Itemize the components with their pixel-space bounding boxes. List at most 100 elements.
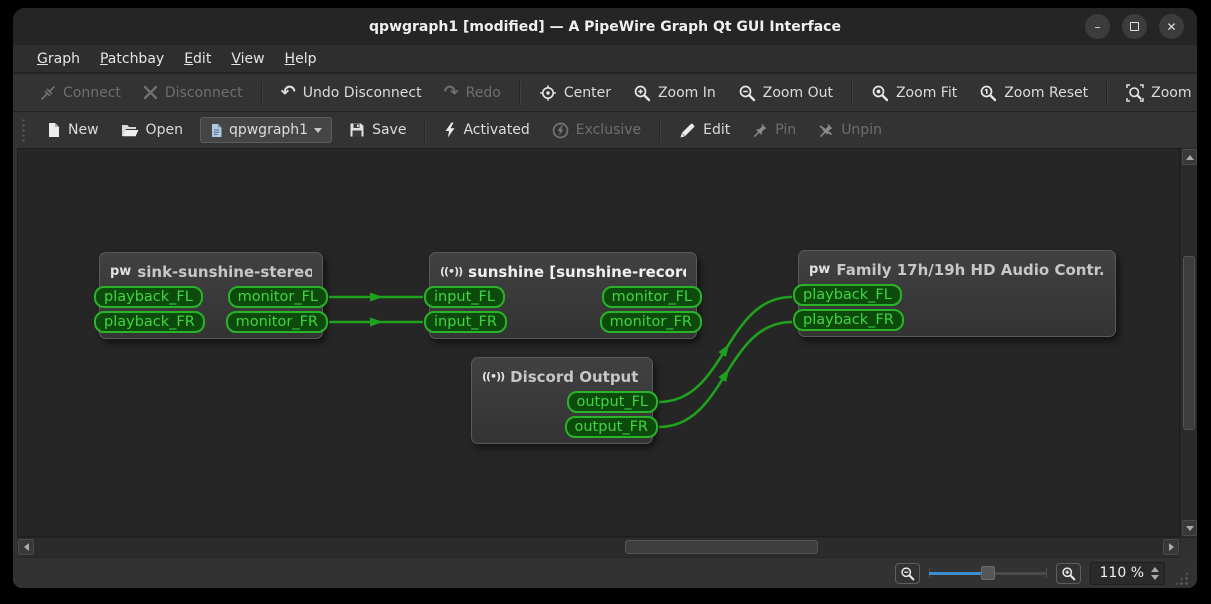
statusbar-zoom-in-button[interactable] [1055,562,1081,584]
session-select[interactable]: qpwgraph1 [199,117,333,143]
save-button[interactable]: Save [338,117,417,143]
window-title: qpwgraph1 [modified] — A PipeWire Graph … [369,18,841,35]
menu-edit[interactable]: Edit [174,48,221,70]
toolbar-separator [659,118,662,142]
port-output-fl[interactable]: output_FL [566,391,658,413]
disconnect-icon [143,85,158,100]
unpin-button[interactable]: Unpin [807,117,893,143]
center-button[interactable]: Center [528,79,622,107]
undo-icon: ↶ [280,81,296,103]
vertical-scrollbar[interactable] [1180,148,1197,537]
spin-up-button[interactable] [1151,566,1159,572]
port-monitor-fr[interactable]: monitor_FR [225,311,328,333]
port-monitor-fr[interactable]: monitor_FR [599,311,702,333]
vertical-scroll-thumb[interactable] [1183,256,1195,430]
zoom-fit-icon [871,84,889,102]
zoom-slider-handle[interactable] [980,566,995,580]
resize-grip[interactable] [1174,571,1189,586]
titlebar[interactable]: qpwgraph1 [modified] — A PipeWire Graph … [13,8,1197,45]
zoom-in-icon [633,84,651,102]
minimize-icon: – [1094,19,1101,34]
zoom-spinbox[interactable]: 110 % [1089,561,1165,585]
redo-button[interactable]: ↷ Redo [433,80,512,106]
patchbay-toolbar: New Open qpwgraph1 Save Activated Exclus… [13,111,1197,148]
menu-graph[interactable]: Graph [27,48,90,70]
pipewire-icon: pw [809,262,831,277]
zoom-range-icon [1126,83,1144,102]
horizontal-scrollbar[interactable] [17,537,1197,558]
pipewire-icon: pw [110,264,132,279]
pin-button[interactable]: Pin [741,117,807,143]
toolbar-separator [518,80,521,105]
app-window: qpwgraph1 [modified] — A PipeWire Graph … [13,8,1197,588]
chevron-down-icon [314,127,323,133]
node-header: pw Family 17h/19h HD Audio Contr... [799,251,1115,284]
port-playback-fl[interactable]: playback_FL [94,286,203,308]
minimize-button[interactable]: – [1085,14,1110,39]
undo-disconnect-button[interactable]: ↶ Undo Disconnect [270,80,433,106]
unpin-icon [818,122,834,138]
zoom-out-icon [900,566,915,581]
connect-button[interactable]: Connect [29,80,132,106]
node-discord-output[interactable]: ((•)) Discord Output output_FL output_FR [471,357,658,444]
spin-down-button[interactable] [1151,574,1159,580]
statusbar-zoom-out-button[interactable] [894,562,920,584]
arrow-up-icon [1185,154,1194,160]
edit-button[interactable]: Edit [668,117,741,144]
toolbar-drag-handle[interactable] [21,118,27,142]
node-title: Discord Output [510,367,639,386]
activated-toggle[interactable]: Activated [433,117,540,143]
node-sunshine-record[interactable]: ((•)) sunshine [sunshine-record] input_F… [424,252,702,339]
statusbar: 110 % [13,557,1197,588]
port-playback-fr[interactable]: playback_FR [793,309,904,331]
arrow-left-icon [23,543,29,551]
menu-patchbay[interactable]: Patchbay [90,48,174,70]
port-output-fr[interactable]: output_FR [564,416,658,438]
scroll-left-button[interactable] [18,539,34,555]
edit-pencil-icon [679,122,696,139]
exclusive-toggle[interactable]: Exclusive [541,117,652,144]
zoom-in-button[interactable]: Zoom In [622,79,727,107]
disconnect-button[interactable]: Disconnect [132,80,254,106]
exclusive-bolt-icon [552,122,569,139]
menu-view[interactable]: View [221,48,274,70]
graph-canvas[interactable]: pw sink-sunshine-stereo playback_FL moni… [17,148,1180,537]
wire-arrow [718,368,730,382]
port-input-fr[interactable]: input_FR [424,311,507,333]
zoom-out-button[interactable]: Zoom Out [727,79,844,107]
connection-wires [329,292,793,429]
port-input-fl[interactable]: input_FL [424,286,505,308]
new-button[interactable]: New [35,117,110,143]
horizontal-scroll-thumb[interactable] [625,540,818,554]
node-header: ((•)) Discord Output [472,358,652,391]
menu-help[interactable]: Help [275,48,327,70]
close-button[interactable]: ✕ [1159,14,1184,39]
toolbar-separator [850,80,853,105]
pin-icon [752,122,768,138]
zoom-reset-icon [979,84,997,102]
zoom-range-button[interactable]: Zoom Range [1115,79,1197,107]
maximize-button[interactable] [1122,14,1147,39]
port-monitor-fl[interactable]: monitor_FL [601,286,702,308]
redo-icon: ↷ [443,81,459,103]
port-playback-fr[interactable]: playback_FR [94,311,205,333]
graph-toolbar: Connect Disconnect ↶ Undo Disconnect ↷ R… [13,72,1197,111]
zoom-slider[interactable] [928,564,1047,582]
zoom-fit-button[interactable]: Zoom Fit [860,79,968,107]
open-folder-icon [121,123,139,138]
scroll-down-button[interactable] [1182,520,1197,536]
node-family-hd-audio[interactable]: pw Family 17h/19h HD Audio Contr... play… [793,250,1116,337]
open-button[interactable]: Open [110,117,194,143]
node-sink-sunshine-stereo[interactable]: pw sink-sunshine-stereo playback_FL moni… [94,252,328,339]
scroll-up-button[interactable] [1182,149,1197,165]
menubar: Graph Patchbay Edit View Help [13,45,1197,72]
port-playback-fl[interactable]: playback_FL [793,284,902,306]
port-monitor-fl[interactable]: monitor_FL [227,286,328,308]
node-header: pw sink-sunshine-stereo [100,253,322,286]
toolbar-separator [1106,80,1109,105]
canvas-zone: pw sink-sunshine-stereo playback_FL moni… [13,148,1197,537]
zoom-reset-button[interactable]: Zoom Reset [968,79,1099,107]
save-icon [349,122,365,138]
scroll-right-button[interactable] [1163,539,1179,555]
wire-arrow [370,292,383,302]
